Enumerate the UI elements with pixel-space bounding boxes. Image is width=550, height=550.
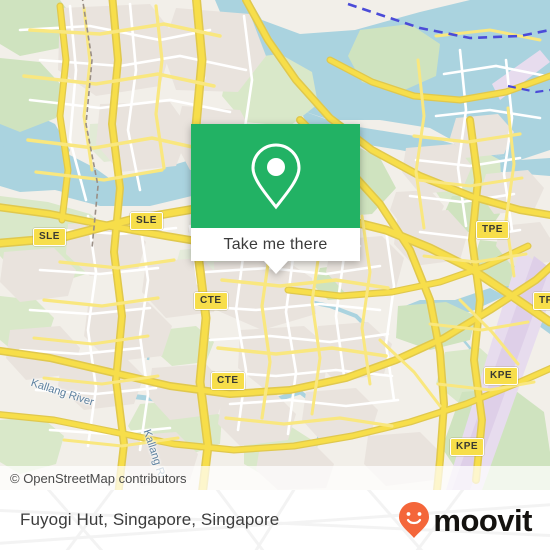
road-shield-sle-1: SLE: [33, 228, 66, 246]
map-canvas[interactable]: SLE SLE CTE CTE TPE TPE KPE KPE Kallang …: [0, 0, 550, 490]
map-screenshot: SLE SLE CTE CTE TPE TPE KPE KPE Kallang …: [0, 0, 550, 550]
osm-attribution-text: © OpenStreetMap contributors: [10, 470, 187, 486]
road-shield-cte-2: CTE: [211, 372, 245, 390]
road-shield-tpe-2: TPE: [533, 292, 550, 310]
moovit-smiley-pin-icon: [399, 502, 430, 538]
footer-bar: Fuyogi Hut, Singapore, Singapore moovit: [0, 490, 550, 550]
map-pin-icon: [250, 143, 301, 210]
place-title: Fuyogi Hut, Singapore, Singapore: [20, 510, 280, 529]
road-shield-cte-1: CTE: [194, 292, 228, 310]
take-me-there-label: Take me there: [223, 235, 328, 253]
popup-header: [191, 124, 360, 228]
map-attribution-bar: © OpenStreetMap contributors: [0, 466, 550, 490]
moovit-wordmark: moovit: [433, 502, 532, 538]
road-shield-kpe-1: KPE: [484, 367, 519, 385]
popup-action-bar[interactable]: Take me there: [191, 228, 360, 274]
road-shield-kpe-2: KPE: [450, 438, 485, 456]
road-shield-tpe-1: TPE: [476, 221, 509, 239]
road-shield-sle-2: SLE: [130, 212, 163, 230]
location-popup-card[interactable]: Take me there: [191, 124, 360, 274]
popup-pointer-tail: [263, 261, 288, 274]
moovit-brand[interactable]: moovit: [398, 490, 532, 550]
